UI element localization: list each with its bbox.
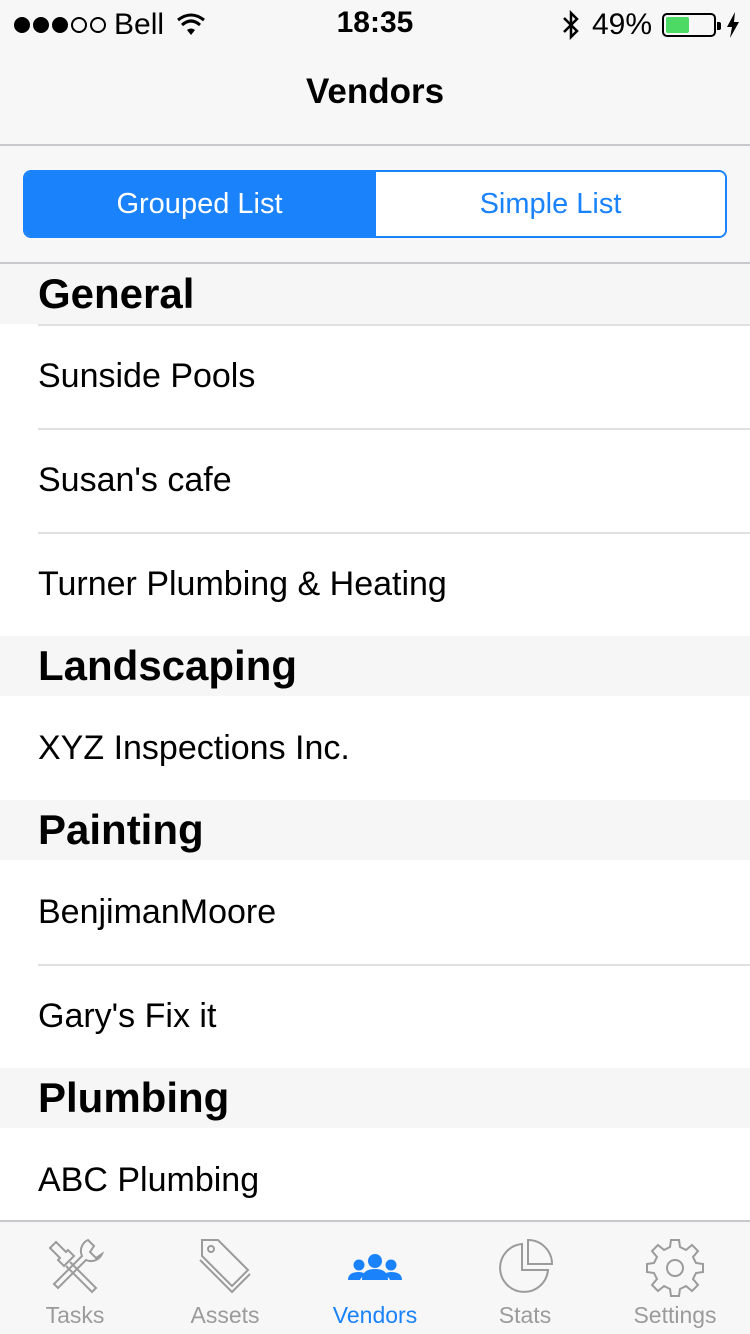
tab-assets[interactable]: Assets (150, 1222, 300, 1334)
page-title: Vendors (305, 72, 445, 111)
battery-icon (662, 13, 721, 37)
tab-tasks[interactable]: Tasks (0, 1222, 150, 1334)
section-header: Landscaping (0, 636, 750, 696)
vendor-row[interactable]: BenjimanMoore (0, 860, 750, 964)
bluetooth-icon (563, 10, 579, 40)
tab-label: Tasks (45, 1302, 105, 1328)
battery-level-fill (666, 17, 689, 33)
segment-simple-list[interactable]: Simple List (374, 172, 725, 236)
tab-stats[interactable]: Stats (450, 1222, 600, 1334)
tab-label: Vendors (332, 1302, 418, 1328)
list-style-segmented-control: Grouped List Simple List (23, 170, 727, 238)
vendor-row[interactable]: Sunside Pools (0, 324, 750, 428)
tab-label: Assets (190, 1302, 260, 1328)
vendor-list: General Sunside Pools Susan's cafe Turner P… (0, 264, 750, 1232)
tab-vendors[interactable]: Vendors (300, 1222, 450, 1334)
tab-settings[interactable]: Settings (600, 1222, 750, 1334)
people-icon (348, 1254, 402, 1280)
vendor-row[interactable]: Susan's cafe (0, 428, 750, 532)
section-header: Plumbing (0, 1068, 750, 1128)
vendor-row[interactable]: Turner Plumbing & Heating (0, 532, 750, 636)
tag-icon (199, 1239, 251, 1294)
section-header: Painting (0, 800, 750, 860)
pie-chart-icon (499, 1238, 554, 1293)
section-header: General (0, 264, 750, 324)
segment-grouped-list[interactable]: Grouped List (25, 172, 374, 236)
vendor-row[interactable]: ABC Plumbing (0, 1128, 750, 1232)
gear-icon (646, 1239, 704, 1297)
charging-bolt-icon (727, 12, 739, 38)
status-right: 49% (560, 8, 740, 42)
battery-percent: 49% (591, 8, 652, 41)
tab-label: Settings (633, 1302, 717, 1328)
vendor-row[interactable]: XYZ Inspections Inc. (0, 696, 750, 800)
segment-area: Grouped List Simple List (0, 146, 750, 264)
navigation-bar: Vendors (0, 50, 750, 146)
tools-icon (48, 1238, 105, 1294)
tab-label: Stats (498, 1302, 552, 1328)
tab-bar: Tasks Assets Vendors Stats Settings (0, 1220, 750, 1334)
vendor-row[interactable]: Gary's Fix it (0, 964, 750, 1068)
status-bar: Bell 18:35 49% (0, 0, 750, 50)
